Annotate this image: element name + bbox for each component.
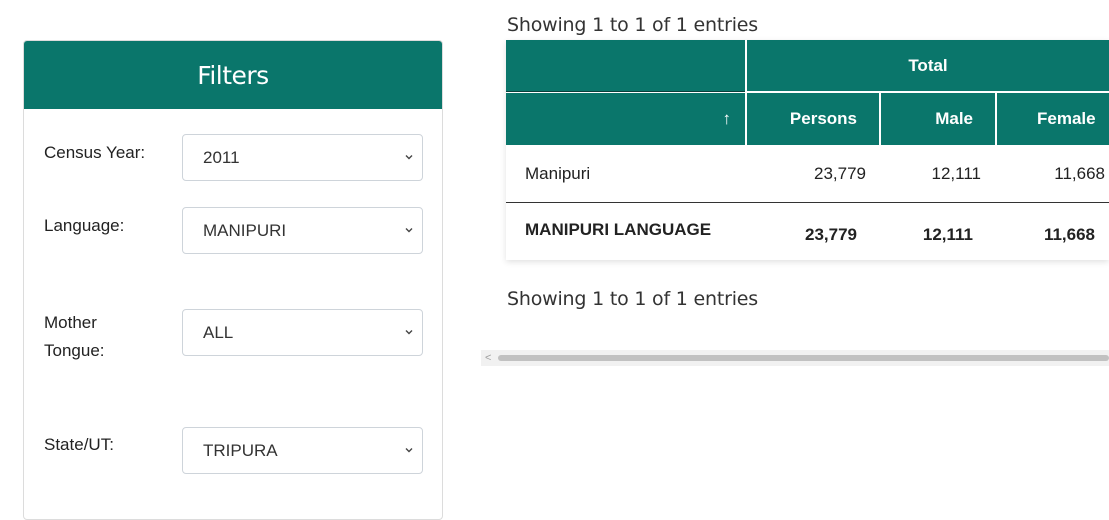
mother-tongue-label: Mother Tongue: (44, 309, 164, 365)
chevron-down-icon (405, 447, 413, 452)
language-label: Language: (44, 216, 125, 235)
census-year-label: Census Year: (44, 143, 146, 162)
total-name-cell: MANIPURI LANGUAGE (525, 219, 712, 239)
table-info-top: Showing 1 to 1 of 1 entries (507, 14, 758, 36)
chevron-down-icon (405, 227, 413, 232)
state-ut-select[interactable]: TRIPURA (182, 427, 423, 474)
state-ut-value: TRIPURA (203, 440, 278, 460)
mother-tongue-label-line1: Mother (44, 313, 97, 332)
filters-title: Filters (24, 41, 442, 109)
sort-ascending-icon: ↑ (722, 109, 732, 128)
census-year-select[interactable]: 2011 (182, 134, 423, 181)
table-info-bottom: Showing 1 to 1 of 1 entries (507, 288, 758, 310)
scroll-left-arrow-icon[interactable]: < (485, 351, 491, 365)
filters-panel: Filters Census Year: 2011 Language: MANI… (23, 40, 443, 520)
row-name-cell: Manipuri (525, 164, 591, 183)
sort-column-header[interactable]: ↑ (506, 93, 745, 145)
total-female-cell: 11,668 (1043, 224, 1095, 244)
chevron-down-icon (405, 329, 413, 334)
mother-tongue-value: ALL (203, 322, 234, 342)
header-blank-cell (506, 40, 745, 92)
mother-tongue-select[interactable]: ALL (182, 309, 423, 356)
language-value: MANIPURI (203, 220, 287, 240)
column-header-persons[interactable]: Persons (746, 93, 879, 145)
scrollbar-thumb[interactable] (498, 355, 1109, 361)
row-persons-cell: 23,779 (814, 164, 866, 183)
column-header-male[interactable]: Male (879, 93, 995, 145)
header-total-group: Total (746, 40, 1109, 92)
census-year-value: 2011 (203, 147, 240, 167)
total-persons-cell: 23,779 (805, 224, 857, 244)
mother-tongue-label-line2: Tongue: (44, 341, 105, 360)
language-select[interactable]: MANIPURI (182, 207, 423, 254)
total-male-cell: 12,111 (922, 224, 973, 244)
data-table: Total ↑ Persons Male Female Manipuri 23,… (506, 40, 1109, 260)
column-header-female[interactable]: Female (995, 93, 1109, 145)
state-ut-label: State/UT: (44, 435, 114, 454)
chevron-down-icon (405, 154, 413, 159)
row-male-cell: 12,111 (931, 164, 981, 183)
row-female-cell: 11,668 (1054, 164, 1105, 183)
